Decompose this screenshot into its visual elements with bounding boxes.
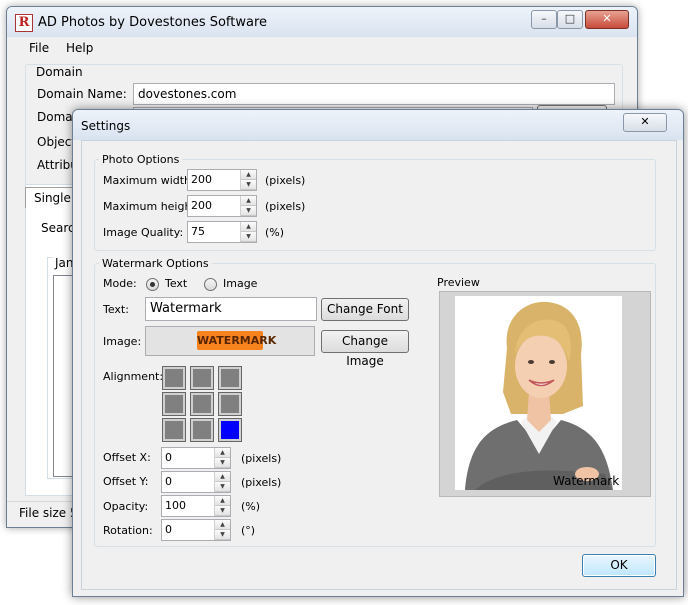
max-height-unit: (pixels) <box>265 200 306 213</box>
rotation-stepper[interactable]: 0 ▲ ▼ <box>161 519 231 541</box>
offset-y-value: 0 <box>165 475 172 488</box>
align-top-right[interactable] <box>218 366 242 390</box>
offset-y-stepper[interactable]: 0 ▲ ▼ <box>161 471 231 493</box>
align-middle-left[interactable] <box>162 392 186 416</box>
max-height-stepper[interactable]: 200 ▲ ▼ <box>187 195 257 217</box>
mode-image-label[interactable]: Image <box>223 277 257 290</box>
watermark-options-legend: Watermark Options <box>99 257 212 270</box>
preview-watermark-text: Watermark <box>553 474 620 488</box>
settings-close-button[interactable]: ✕ <box>623 113 667 132</box>
align-bottom-right[interactable] <box>218 418 242 442</box>
max-width-stepper[interactable]: 200 ▲ ▼ <box>187 169 257 191</box>
minimize-button[interactable]: – <box>531 10 557 29</box>
spin-up-icon[interactable]: ▲ <box>215 448 230 458</box>
spin-up-icon[interactable]: ▲ <box>215 472 230 482</box>
watermark-image-badge: WATERMARK <box>197 331 276 350</box>
change-image-button[interactable]: Change Image <box>321 330 409 368</box>
rotation-value: 0 <box>165 523 172 536</box>
align-middle-right[interactable] <box>218 392 242 416</box>
image-quality-unit: (%) <box>265 226 285 239</box>
max-height-value: 200 <box>191 199 212 212</box>
spin-up-icon[interactable]: ▲ <box>215 520 230 530</box>
image-label: Image: <box>103 335 142 348</box>
mode-text-label[interactable]: Text <box>165 277 187 290</box>
mode-label: Mode: <box>103 277 137 290</box>
max-width-value: 200 <box>191 173 212 186</box>
offset-x-stepper[interactable]: 0 ▲ ▼ <box>161 447 231 469</box>
spin-up-icon[interactable]: ▲ <box>215 496 230 506</box>
opacity-unit: (%) <box>241 500 261 513</box>
opacity-stepper[interactable]: 100 ▲ ▼ <box>161 495 231 517</box>
spin-down-icon[interactable]: ▼ <box>215 482 230 492</box>
align-bottom-left[interactable] <box>162 418 186 442</box>
close-button[interactable]: ✕ <box>585 10 629 29</box>
settings-title: Settings <box>81 119 131 133</box>
rotation-label: Rotation: <box>103 524 153 537</box>
max-height-label: Maximum height: <box>103 200 200 213</box>
domain-name-label: Domain Name: <box>37 87 127 101</box>
image-quality-stepper[interactable]: 75 ▲ ▼ <box>187 221 257 243</box>
opacity-label: Opacity: <box>103 500 149 513</box>
offset-y-unit: (pixels) <box>241 476 282 489</box>
alignment-label: Alignment: <box>103 370 164 383</box>
window-title: AD Photos by Dovestones Software <box>38 15 268 30</box>
domain-group-legend: Domain <box>33 65 86 79</box>
domain-name-input[interactable]: dovestones.com <box>133 83 615 105</box>
settings-title-bar[interactable] <box>73 110 683 140</box>
align-bottom-center[interactable] <box>190 418 214 442</box>
app-icon: R <box>15 14 33 32</box>
menu-file[interactable]: File <box>29 41 49 55</box>
spin-down-icon[interactable]: ▼ <box>241 206 256 216</box>
ok-button[interactable]: OK <box>582 554 656 577</box>
preview-legend: Preview <box>434 276 483 289</box>
preview-photo <box>455 296 622 490</box>
spin-down-icon[interactable]: ▼ <box>215 458 230 468</box>
spin-up-icon[interactable]: ▲ <box>241 222 256 232</box>
offset-x-unit: (pixels) <box>241 452 282 465</box>
offset-x-value: 0 <box>165 451 172 464</box>
align-top-left[interactable] <box>162 366 186 390</box>
offset-y-label: Offset Y: <box>103 475 149 488</box>
image-quality-value: 75 <box>191 225 205 238</box>
spin-up-icon[interactable]: ▲ <box>241 196 256 206</box>
spin-up-icon[interactable]: ▲ <box>241 170 256 180</box>
spin-down-icon[interactable]: ▼ <box>241 232 256 242</box>
image-quality-label: Image Quality: <box>103 226 184 239</box>
photo-options-legend: Photo Options <box>99 153 183 166</box>
portrait-image <box>465 301 613 490</box>
opacity-value: 100 <box>165 499 186 512</box>
change-font-button[interactable]: Change Font <box>321 298 409 321</box>
maximize-button[interactable]: □ <box>557 10 583 29</box>
spin-down-icon[interactable]: ▼ <box>215 506 230 516</box>
mode-text-radio[interactable] <box>146 278 159 291</box>
align-top-center[interactable] <box>190 366 214 390</box>
rotation-unit: (°) <box>241 524 256 537</box>
watermark-image-preview: WATERMARK <box>145 326 315 356</box>
mode-image-radio[interactable] <box>204 278 217 291</box>
max-width-label: Maximum width: <box>103 174 195 187</box>
align-middle-center[interactable] <box>190 392 214 416</box>
watermark-text-input[interactable]: Watermark <box>145 297 317 321</box>
menu-help[interactable]: Help <box>66 41 93 55</box>
offset-x-label: Offset X: <box>103 451 151 464</box>
text-label: Text: <box>103 303 129 316</box>
max-width-unit: (pixels) <box>265 174 306 187</box>
spin-down-icon[interactable]: ▼ <box>215 530 230 540</box>
spin-down-icon[interactable]: ▼ <box>241 180 256 190</box>
